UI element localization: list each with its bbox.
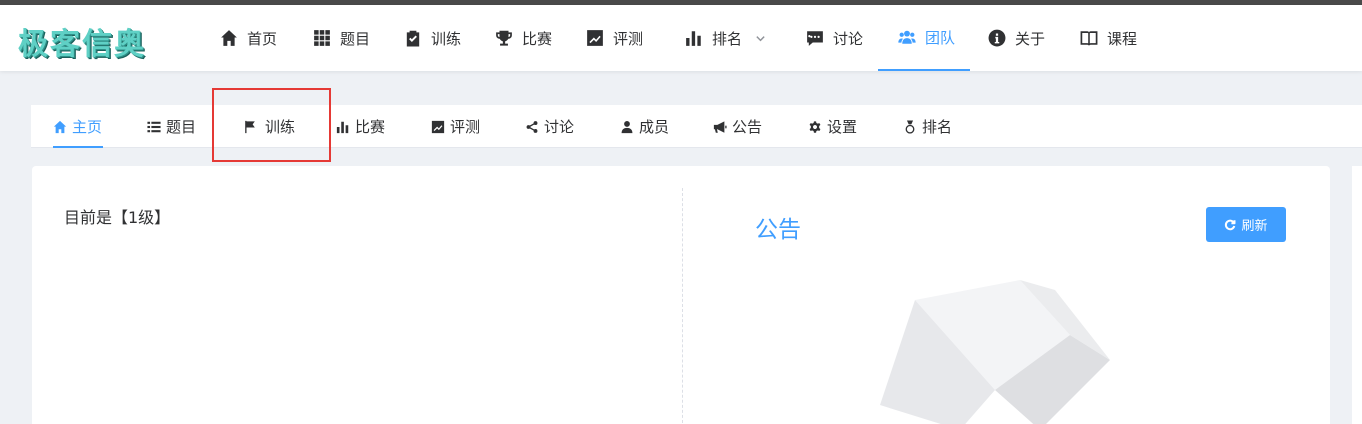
tab-team-members[interactable]: 成员 [620, 105, 669, 148]
tab-label: 设置 [827, 118, 858, 136]
chart-line-icon [587, 30, 603, 46]
tab-team-announcements[interactable]: 公告 [713, 105, 762, 148]
nav-item-judge-status[interactable]: 评测 [586, 5, 643, 71]
info-circle-icon [988, 29, 1006, 47]
book-icon [1080, 31, 1098, 46]
chevron-down-icon [756, 35, 765, 41]
trophy-icon [496, 30, 512, 46]
side-card [1352, 166, 1362, 424]
nav-item-courses[interactable]: 课程 [1080, 5, 1137, 71]
tab-team-judge-status[interactable]: 评测 [431, 105, 480, 148]
chart-line-icon [431, 120, 445, 133]
nav-item-label: 题目 [340, 29, 371, 48]
team-home-card [32, 166, 1330, 424]
nav-item-label: 评测 [613, 29, 644, 48]
tab-label: 比赛 [355, 118, 386, 136]
home-icon [221, 30, 237, 46]
top-navbar: 极客信奥 首页 题目 训练 比赛 评测 排名 讨论 团队 关于 课程 [0, 5, 1362, 71]
empty-state-illustration [880, 280, 1110, 424]
tab-label: 题目 [166, 118, 197, 136]
tab-label: 讨论 [544, 118, 575, 136]
bar-chart-icon [336, 121, 349, 133]
nav-item-team[interactable]: 团队 [878, 5, 970, 71]
list-icon [147, 121, 161, 132]
refresh-icon [1225, 219, 1236, 230]
nav-item-label: 比赛 [522, 29, 553, 48]
tab-label: 排名 [922, 118, 953, 136]
nav-item-training[interactable]: 训练 [404, 5, 461, 71]
bullhorn-icon [713, 120, 727, 133]
gear-icon [809, 120, 821, 133]
site-logo[interactable]: 极客信奥 [18, 19, 146, 63]
nav-item-contests[interactable]: 比赛 [495, 5, 552, 71]
tab-label: 公告 [732, 118, 763, 136]
nav-item-about[interactable]: 关于 [988, 5, 1045, 71]
home-icon [53, 120, 67, 133]
nav-item-problems[interactable]: 题目 [313, 5, 370, 71]
nav-item-home[interactable]: 首页 [220, 5, 277, 71]
nav-item-discussion[interactable]: 讨论 [806, 5, 863, 71]
clipboard-check-icon [406, 30, 420, 47]
tab-team-contests[interactable]: 比赛 [336, 105, 385, 148]
tab-team-rankings[interactable]: 排名 [903, 105, 952, 148]
user-icon [621, 120, 633, 133]
training-tab-highlight-box [212, 88, 331, 162]
tab-team-problems[interactable]: 题目 [147, 105, 196, 148]
nav-item-label: 团队 [925, 28, 956, 47]
tab-team-home[interactable]: 主页 [53, 105, 102, 148]
share-icon [526, 120, 538, 133]
nav-item-label: 排名 [712, 29, 743, 48]
medal-icon [905, 119, 915, 134]
nav-item-label: 课程 [1107, 29, 1138, 48]
refresh-button[interactable]: 刷新 [1206, 207, 1286, 242]
announcement-title: 公告 [755, 217, 801, 243]
team-level-text: 目前是【1级】 [64, 208, 171, 227]
tab-label: 评测 [450, 118, 481, 136]
bar-chart-icon [686, 31, 701, 46]
users-icon [898, 30, 916, 44]
nav-item-label: 首页 [247, 29, 278, 48]
grid-icon [314, 30, 330, 46]
tab-label: 主页 [72, 118, 103, 136]
active-tab-indicator [53, 146, 103, 148]
card-divider [682, 188, 683, 424]
tab-label: 成员 [639, 118, 670, 136]
tab-team-settings[interactable]: 设置 [808, 105, 857, 148]
nav-item-label: 关于 [1015, 29, 1046, 48]
nav-item-rankings[interactable]: 排名 [685, 5, 766, 71]
tab-team-discussion[interactable]: 讨论 [525, 105, 574, 148]
refresh-button-label: 刷新 [1241, 219, 1268, 234]
nav-item-label: 讨论 [833, 29, 864, 48]
comment-icon [807, 31, 823, 46]
nav-item-label: 训练 [431, 29, 462, 48]
